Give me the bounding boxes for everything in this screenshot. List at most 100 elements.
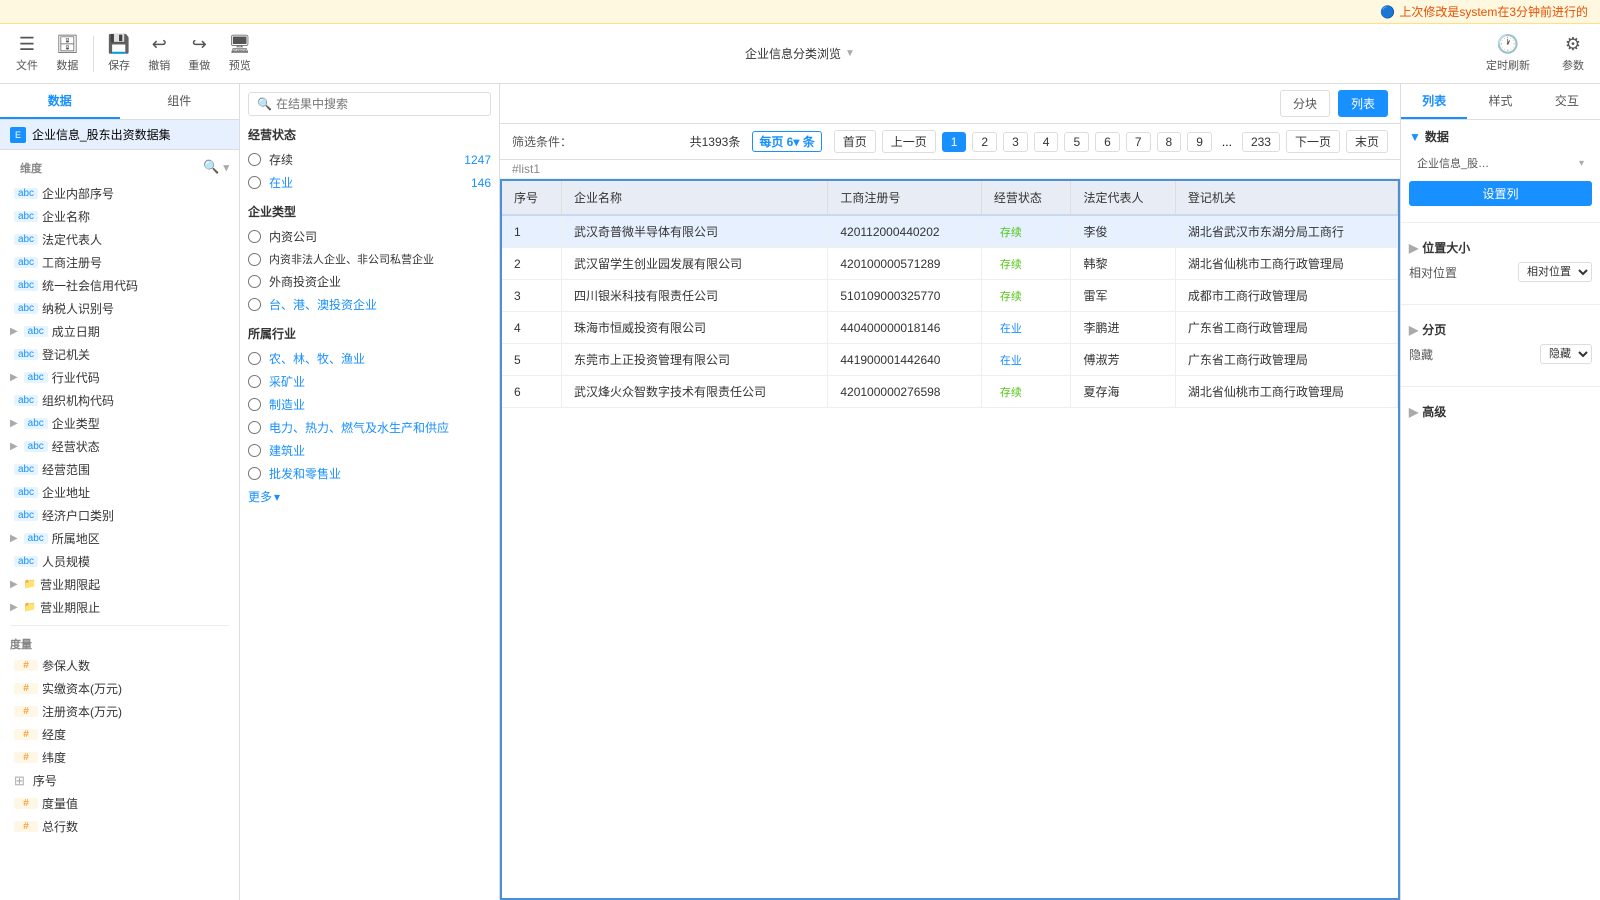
file-button[interactable]: ☰ 文件 [8, 30, 46, 77]
preview-button[interactable]: 🖥 预览 [220, 30, 259, 77]
page-7-button[interactable]: 7 [1126, 132, 1151, 152]
dim-item-4[interactable]: abc 统一社会信用代码 [0, 274, 239, 297]
page-1-button[interactable]: 1 [942, 132, 967, 152]
page-233-button[interactable]: 233 [1242, 132, 1280, 152]
filter-radio-ind-3[interactable] [248, 421, 261, 434]
dim-item-8[interactable]: ▶ abc 行业代码 [0, 366, 239, 389]
position-type-select[interactable]: 相对位置 [1518, 262, 1592, 282]
dim-item-1[interactable]: abc 企业名称 [0, 205, 239, 228]
page-9-button[interactable]: 9 [1187, 132, 1212, 152]
dim-item-18[interactable]: ▶ 📁 营业期限止 [0, 596, 239, 619]
dim-item-10[interactable]: ▶ abc 企业类型 [0, 412, 239, 435]
filter-label-zai[interactable]: 在业 [269, 174, 293, 191]
right-position-title[interactable]: ▶ 位置大小 [1409, 239, 1592, 256]
meas-item-4[interactable]: # 纬度 [0, 746, 239, 769]
dim-item-13[interactable]: abc 企业地址 [0, 481, 239, 504]
page-2-button[interactable]: 2 [972, 132, 997, 152]
prev-page-button[interactable]: 上一页 [882, 130, 936, 153]
undo-button[interactable]: ↩ 撤销 [140, 30, 178, 77]
filter-radio-cun[interactable] [248, 153, 261, 166]
dim-item-15[interactable]: ▶ abc 所属地区 [0, 527, 239, 550]
per-page-selector[interactable]: 每页 6▾ 条 [752, 131, 821, 152]
page-3-button[interactable]: 3 [1003, 132, 1028, 152]
right-data-section: ▼ 数据 企业信息_股… ▾ 设置列 [1401, 120, 1600, 214]
table-row[interactable]: 1 武汉奇普微半导体有限公司 420112000440202 存续 李俊 湖北省… [502, 215, 1398, 248]
dim-item-2[interactable]: abc 法定代表人 [0, 228, 239, 251]
filter-search-input[interactable] [276, 97, 482, 111]
meas-item-3[interactable]: # 经度 [0, 723, 239, 746]
dim-item-7[interactable]: abc 登记机关 [0, 343, 239, 366]
right-tab-list[interactable]: 列表 [1401, 84, 1467, 119]
page-value-select[interactable]: 隐藏 [1540, 344, 1592, 364]
filter-label-ind-3[interactable]: 电力、热力、燃气及水生产和供应 [269, 419, 449, 436]
data-button[interactable]: 🗄 数据 [48, 30, 87, 77]
filter-radio-ind-2[interactable] [248, 398, 261, 411]
table-row[interactable]: 5 东莞市上正投资管理有限公司 441900001442640 在业 傅淑芳 广… [502, 344, 1398, 376]
filter-radio-type-3[interactable] [248, 298, 261, 311]
sidebar-dataset[interactable]: E 企业信息_股东出资数据集 [0, 120, 239, 150]
table-row[interactable]: 6 武汉烽火众智数字技术有限责任公司 420100000276598 存续 夏存… [502, 376, 1398, 408]
page-6-button[interactable]: 6 [1095, 132, 1120, 152]
page-8-button[interactable]: 8 [1157, 132, 1182, 152]
filter-radio-type-0[interactable] [248, 230, 261, 243]
dim-item-3[interactable]: abc 工商注册号 [0, 251, 239, 274]
scheduled-refresh-button[interactable]: 🕐 定时刷新 [1478, 30, 1538, 77]
right-tab-interact[interactable]: 交互 [1534, 84, 1600, 119]
page-value-row: 隐藏 隐藏 [1409, 344, 1592, 364]
filter-label-ind-1[interactable]: 采矿业 [269, 373, 305, 390]
filter-label-ind-2[interactable]: 制造业 [269, 396, 305, 413]
table-row[interactable]: 2 武汉留学生创业园发展有限公司 420100000571289 存续 韩黎 湖… [502, 248, 1398, 280]
meas-item-7[interactable]: # 总行数 [0, 815, 239, 838]
tab-data[interactable]: 数据 [0, 84, 120, 119]
filter-label-ind-5[interactable]: 批发和零售业 [269, 465, 341, 482]
dim-item-6[interactable]: ▶ abc 成立日期 [0, 320, 239, 343]
view-list-button[interactable]: 列表 [1338, 90, 1388, 117]
table-row[interactable]: 3 四川银米科技有限责任公司 510109000325770 存续 雷军 成都市… [502, 280, 1398, 312]
meas-item-0[interactable]: # 参保人数 [0, 654, 239, 677]
more-button[interactable]: 更多 ▾ [248, 488, 491, 505]
dim-item-16[interactable]: abc 人员规模 [0, 550, 239, 573]
right-tab-style[interactable]: 样式 [1467, 84, 1533, 119]
meas-item-5[interactable]: ⊞ 序号 [0, 769, 239, 792]
filter-radio-zai[interactable] [248, 176, 261, 189]
dim-item-17[interactable]: ▶ 📁 营业期限起 [0, 573, 239, 596]
last-page-button[interactable]: 末页 [1346, 130, 1388, 153]
filter-radio-type-2[interactable] [248, 275, 261, 288]
right-advanced-title[interactable]: ▶ 高级 [1409, 403, 1592, 420]
filter-label-type-3[interactable]: 台、港、澳投资企业 [269, 296, 377, 313]
view-block-button[interactable]: 分块 [1280, 90, 1330, 117]
search-icon[interactable]: 🔍 [203, 159, 219, 175]
filter-label-ind-4[interactable]: 建筑业 [269, 442, 305, 459]
filter-radio-ind-1[interactable] [248, 375, 261, 388]
meas-item-2[interactable]: # 注册资本(万元) [0, 700, 239, 723]
filter-radio-ind-0[interactable] [248, 352, 261, 365]
dim-item-12[interactable]: abc 经营范围 [0, 458, 239, 481]
save-button[interactable]: 💾 保存 [100, 30, 138, 77]
filter-radio-type-1[interactable] [248, 253, 261, 266]
dim-item-11[interactable]: ▶ abc 经营状态 [0, 435, 239, 458]
right-page-title[interactable]: ▶ 分页 [1409, 321, 1592, 338]
dim-item-0[interactable]: abc 企业内部序号 [0, 182, 239, 205]
table-row[interactable]: 4 珠海市恒威投资有限公司 440400000018146 在业 李鹏进 广东省… [502, 312, 1398, 344]
expand-icon[interactable]: ▾ [223, 161, 229, 174]
filter-radio-ind-4[interactable] [248, 444, 261, 457]
page-4-button[interactable]: 4 [1034, 132, 1059, 152]
filter-radio-ind-5[interactable] [248, 467, 261, 480]
filter-label-ind-0[interactable]: 农、林、牧、渔业 [269, 350, 365, 367]
dim-item-14[interactable]: abc 经济户口类别 [0, 504, 239, 527]
redo-button[interactable]: ↪ 重做 [180, 30, 218, 77]
data-dataset-chevron[interactable]: ▾ [1579, 158, 1584, 169]
cell-authority: 成都市工商行政管理局 [1175, 280, 1397, 312]
dim-item-9[interactable]: abc 组织机构代码 [0, 389, 239, 412]
page-5-button[interactable]: 5 [1064, 132, 1089, 152]
tab-component[interactable]: 组件 [120, 84, 240, 119]
meas-item-1[interactable]: # 实缴资本(万元) [0, 677, 239, 700]
first-page-button[interactable]: 首页 [834, 130, 876, 153]
right-data-title[interactable]: ▼ 数据 [1409, 128, 1592, 145]
set-list-button[interactable]: 设置列 [1409, 181, 1592, 206]
next-page-button[interactable]: 下一页 [1286, 130, 1340, 153]
dim-item-5[interactable]: abc 纳税人识别号 [0, 297, 239, 320]
filter-search-box[interactable]: 🔍 [248, 92, 491, 116]
meas-item-6[interactable]: # 度量值 [0, 792, 239, 815]
reference-button[interactable]: ⚙ 参数 [1554, 30, 1592, 77]
